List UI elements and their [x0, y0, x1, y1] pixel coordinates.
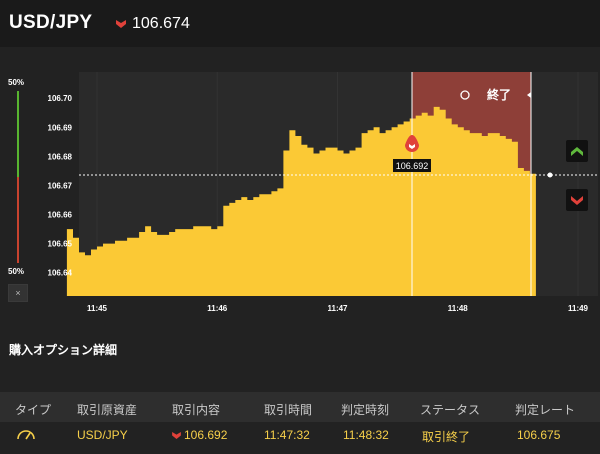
- down-arrow-icon: [172, 431, 181, 439]
- y-tick-label: 106.69: [48, 123, 73, 132]
- put-ratio-label: 50%: [8, 267, 25, 276]
- close-ratio-button[interactable]: ×: [8, 284, 28, 302]
- x-tick-label: 11:47: [327, 304, 348, 313]
- up-arrow-icon: [571, 146, 583, 156]
- y-tick-label: 106.68: [48, 152, 73, 161]
- judgement-time-cell: 11:48:32: [343, 428, 389, 442]
- column-header: 判定レート: [515, 403, 576, 417]
- y-tick-label: 106.70: [48, 94, 73, 103]
- x-tick-label: 11:48: [448, 304, 469, 313]
- call-ratio-bar: [17, 91, 19, 177]
- column-header: タイプ: [15, 403, 52, 417]
- call-ratio-label: 50%: [8, 78, 25, 87]
- trade-time-cell: 11:47:32: [264, 428, 310, 442]
- current-rate-dot: [547, 172, 553, 178]
- content-value: 106.692: [184, 428, 228, 442]
- judgement-rate-cell: 106.675: [517, 428, 561, 442]
- gauge-icon: [17, 430, 35, 440]
- entry-tooltip-text: 106.692: [396, 161, 429, 171]
- status-cell: 取引終了: [422, 430, 471, 444]
- content-cell: 106.692: [172, 428, 227, 442]
- low-button[interactable]: [566, 189, 588, 211]
- x-tick-label: 11:49: [568, 304, 589, 313]
- y-tick-label: 106.64: [48, 269, 73, 278]
- column-header: 取引時間: [264, 403, 313, 417]
- column-header: 判定時刻: [341, 403, 390, 417]
- asset-cell: USD/JPY: [77, 428, 128, 442]
- x-tick-label: 11:46: [207, 304, 228, 313]
- high-button[interactable]: [566, 140, 588, 162]
- y-tick-label: 106.67: [48, 181, 73, 190]
- column-header: ステータス: [420, 403, 481, 417]
- down-arrow-icon: [571, 195, 583, 205]
- y-tick-label: 106.66: [48, 211, 73, 220]
- x-tick-label: 11:45: [87, 304, 108, 313]
- expired-label-text: 終了: [487, 87, 511, 102]
- details-table-header: タイプ 取引原資産 取引内容 取引時間 判定時刻 ステータス 判定レート: [0, 392, 600, 422]
- put-ratio-bar: [17, 177, 19, 263]
- y-tick-label: 106.65: [48, 240, 73, 249]
- column-header: 取引内容: [172, 403, 221, 417]
- column-header: 取引原資産: [77, 403, 138, 417]
- price-chart[interactable]: 11:45 11:46 11:47 11:48 11:49 106.70 106.69 10…: [0, 0, 600, 325]
- details-section-title: 購入オプション詳細: [9, 343, 118, 357]
